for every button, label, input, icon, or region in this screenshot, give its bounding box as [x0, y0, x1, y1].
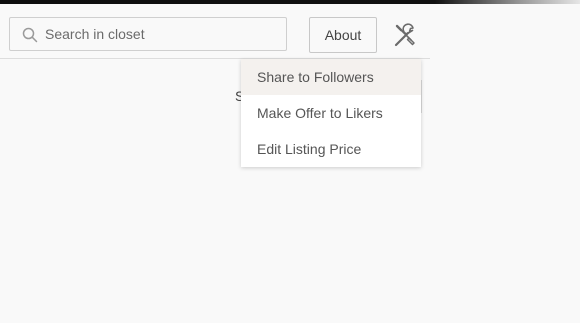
about-button[interactable]: About — [309, 17, 377, 53]
search-icon — [22, 27, 38, 43]
menu-item-make-offer-to-likers[interactable]: Make Offer to Likers — [241, 95, 421, 131]
tools-dropdown-menu: Share to Followers Make Offer to Likers … — [241, 59, 421, 167]
search-box[interactable] — [9, 17, 287, 51]
closet-toolbar: About — [0, 4, 430, 59]
wrench-screwdriver-icon[interactable] — [390, 21, 420, 49]
menu-item-edit-listing-price[interactable]: Edit Listing Price — [241, 131, 421, 167]
menu-item-share-to-followers[interactable]: Share to Followers — [241, 59, 421, 95]
search-input[interactable] — [45, 18, 281, 50]
